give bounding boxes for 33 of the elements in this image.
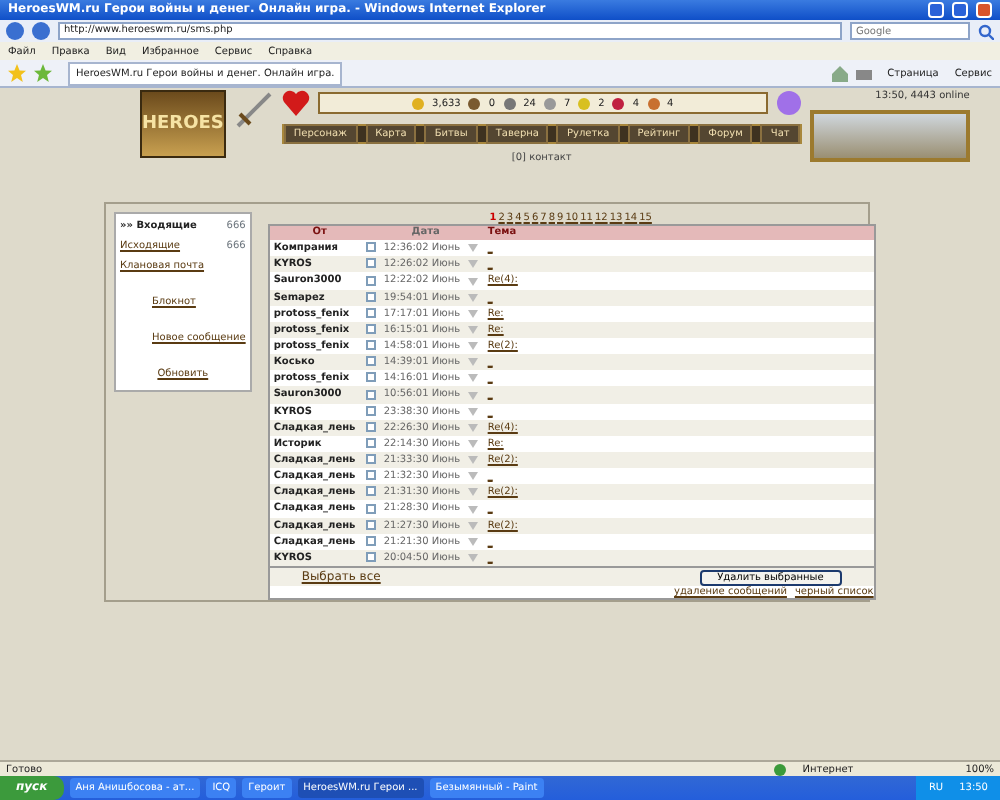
sword-icon <box>233 90 274 130</box>
message-checkbox[interactable] <box>365 258 376 269</box>
message-checkbox[interactable] <box>365 503 376 514</box>
message-checkbox[interactable] <box>365 340 376 351</box>
heart-icon <box>281 90 310 116</box>
orb-icon <box>775 90 802 116</box>
star-icon[interactable] <box>8 64 26 82</box>
message-checkbox[interactable] <box>365 291 376 302</box>
message-checkbox[interactable] <box>365 421 376 432</box>
message-checkbox[interactable] <box>365 405 376 416</box>
back-button[interactable] <box>6 22 24 40</box>
message-checkbox[interactable] <box>365 307 376 318</box>
message-checkbox[interactable] <box>365 551 376 562</box>
forward-button[interactable] <box>32 22 50 40</box>
message-checkbox[interactable] <box>365 324 376 335</box>
message-checkbox[interactable] <box>365 470 376 481</box>
add-favorite-icon[interactable] <box>34 64 52 82</box>
message-checkbox[interactable] <box>365 389 376 400</box>
search-icon[interactable] <box>978 23 994 39</box>
message-checkbox[interactable] <box>365 356 376 367</box>
message-checkbox[interactable] <box>365 454 376 465</box>
message-checkbox[interactable] <box>365 519 376 530</box>
message-checkbox[interactable] <box>365 438 376 448</box>
message-checkbox[interactable] <box>365 486 376 497</box>
message-checkbox[interactable] <box>365 372 376 383</box>
message-checkbox[interactable] <box>365 275 376 286</box>
maximize-button[interactable] <box>952 2 968 18</box>
home-icon[interactable] <box>831 65 848 81</box>
minimize-button[interactable] <box>928 2 944 18</box>
message-checkbox[interactable] <box>365 535 376 546</box>
message-checkbox[interactable] <box>365 242 376 253</box>
close-button[interactable] <box>976 2 992 18</box>
globe-icon <box>774 763 787 775</box>
